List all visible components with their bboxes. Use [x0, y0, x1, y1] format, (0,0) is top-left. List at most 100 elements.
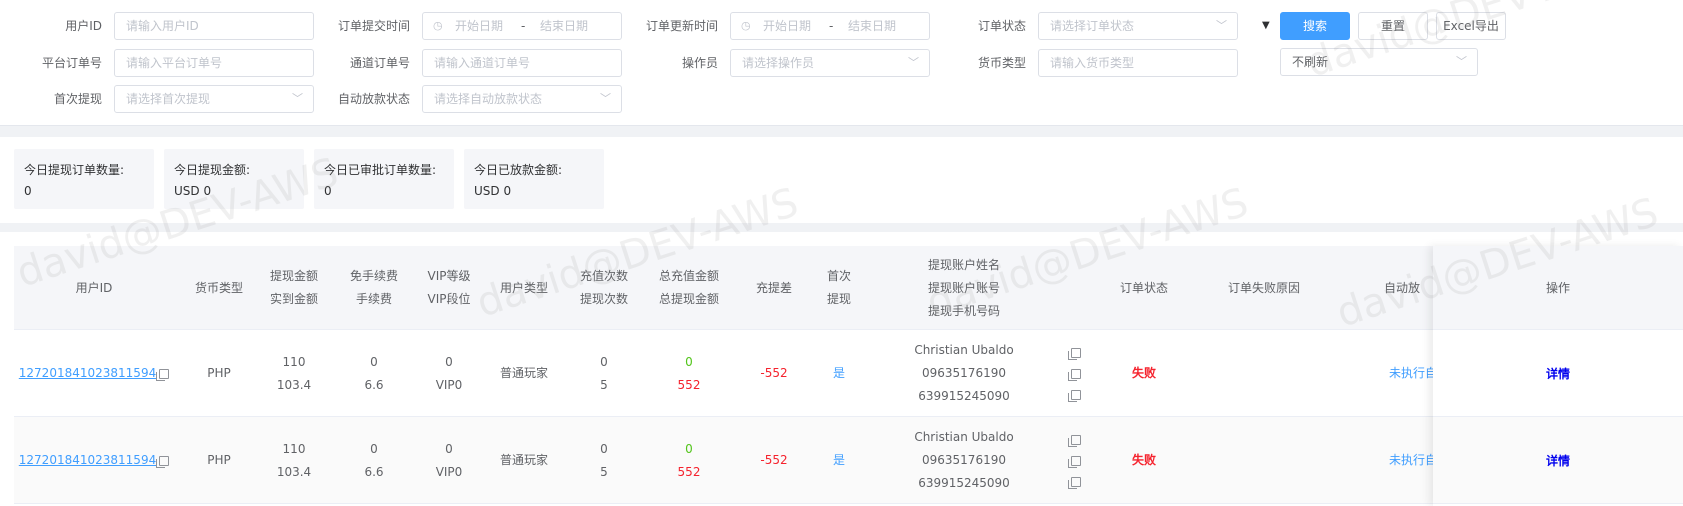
copy-icon[interactable] [1067, 389, 1081, 402]
auto-release-select[interactable]: 请选择自动放款状态 ﹀ [422, 85, 622, 113]
amount-cell: 110 103.4 [276, 441, 312, 479]
diff-cell: -552 [760, 366, 788, 380]
refresh-interval-select[interactable]: 不刷新 ﹀ [1280, 48, 1478, 76]
detail-link[interactable]: 详情 [1546, 452, 1570, 469]
col-counts: 充值次数 提现次数 [579, 269, 628, 306]
currency-cell: PHP [207, 366, 231, 380]
excel-export-button[interactable]: Excel导出 [1436, 12, 1506, 40]
start-date: 开始日期 [455, 19, 504, 33]
operator-placeholder: 请选择操作员 [742, 56, 815, 70]
operator-label: 操作员 [681, 56, 718, 70]
platform-order-label: 平台订单号 [41, 56, 102, 70]
col-fee: 免手续费 手续费 [349, 269, 398, 306]
vip-cell: 0 VIP0 [435, 441, 463, 479]
first-withdraw-label: 首次提现 [53, 92, 102, 106]
col-account: 提现账户姓名 提现账户账号 提现手机号码 [927, 257, 1000, 318]
fail-reason-cell [1209, 417, 1319, 504]
range-separator: - [521, 19, 526, 33]
totals-cell: 0 552 [677, 441, 701, 479]
chevron-down-icon: ﹀ [292, 92, 303, 105]
stat-card: 今日已审批订单数量: 0 [314, 149, 454, 209]
counts-cell: 05 [600, 354, 608, 392]
col-fail-reason: 订单失败原因 [1227, 280, 1300, 295]
col-vip: VIP等级 VIP段位 [427, 269, 471, 306]
fee-cell: 0 6.6 [364, 354, 384, 392]
copy-icon[interactable] [1067, 476, 1081, 489]
currency-cell: PHP [207, 453, 231, 467]
col-amount: 提现金额 实到金额 [269, 269, 318, 306]
channel-order-input[interactable]: 请输入通道订单号 [422, 49, 622, 77]
copy-icon[interactable] [1067, 368, 1081, 381]
user-id-link[interactable]: 127201841023811594 [19, 449, 156, 472]
reset-button[interactable]: 重置 [1358, 12, 1428, 40]
refresh-interval-value: 不刷新 [1292, 55, 1329, 69]
start-date: 开始日期 [763, 19, 812, 33]
amount-cell: 110 103.4 [276, 354, 312, 392]
stat-card: 今日已放款金额: USD 0 [464, 149, 604, 209]
stat-value: 0 [324, 184, 332, 198]
detail-link[interactable]: 详情 [1546, 365, 1570, 382]
col-user-type: 用户类型 [499, 280, 548, 295]
chevron-down-icon: ﹀ [1216, 19, 1227, 32]
stat-label: 今日提现订单数量: [24, 163, 125, 177]
currency-label: 货币类型 [977, 56, 1026, 70]
first-cell: 是 [832, 453, 845, 467]
col-ops: 操作 [1433, 246, 1683, 330]
chevron-down-icon: ﹀ [600, 92, 611, 105]
user-type-cell: 普通玩家 [499, 453, 548, 467]
user-id-label: 用户ID [65, 19, 102, 33]
totals-cell: 0 552 [677, 354, 701, 392]
stat-card: 今日提现金额: USD 0 [164, 149, 304, 209]
fee-cell: 0 6.6 [364, 441, 384, 479]
filter-panel: 用户ID 请输入用户ID 订单提交时间 ◷ 开始日期 - 结束日期 订单更新时间… [0, 0, 1683, 126]
stat-value: USD 0 [474, 184, 512, 198]
auto-release-label: 自动放款状态 [337, 92, 410, 106]
copy-icon[interactable] [1067, 434, 1081, 447]
orders-table: 用户ID 货币类型 提现金额 实到金额 免手续费 手续费 VIP等级 VIP段位 用户… [0, 232, 1683, 506]
first-withdraw-placeholder: 请选择首次提现 [126, 92, 211, 106]
order-status-select[interactable]: 请选择订单状态 ﹀ [1038, 12, 1238, 40]
search-button[interactable]: 搜索 [1280, 12, 1350, 40]
diff-cell: -552 [760, 453, 788, 467]
update-time-range[interactable]: ◷ 开始日期 - 结束日期 [730, 12, 930, 40]
stat-value: 0 [24, 184, 32, 198]
chevron-down-icon: ﹀ [908, 56, 919, 69]
channel-order-label: 通道订单号 [349, 56, 410, 70]
copy-buttons [1064, 417, 1084, 504]
operator-select[interactable]: 请选择操作员 ﹀ [730, 49, 930, 77]
account-cell: Christian Ubaldo 09635176190 639915245090 [914, 430, 1014, 490]
counts-cell: 05 [600, 441, 608, 479]
user-id-cell: 127201841023811594 [14, 330, 174, 417]
first-withdraw-select[interactable]: 请选择首次提现 ﹀ [114, 85, 314, 113]
platform-order-input[interactable]: 请输入平台订单号 [114, 49, 314, 77]
submit-time-range[interactable]: ◷ 开始日期 - 结束日期 [422, 12, 622, 40]
account-cell: Christian Ubaldo 09635176190 639915245090 [914, 343, 1014, 403]
chevron-down-icon: ﹀ [1456, 55, 1467, 68]
copy-icon[interactable] [156, 455, 170, 468]
status-cell: 失败 [1104, 417, 1184, 504]
stat-label: 今日已放款金额: [474, 163, 563, 177]
currency-input[interactable]: 请输入货币类型 [1038, 49, 1238, 77]
caret-down-icon[interactable]: ▼ [1262, 20, 1270, 31]
user-id-input[interactable]: 请输入用户ID [114, 12, 314, 40]
end-date: 结束日期 [848, 19, 897, 33]
copy-icon[interactable] [1067, 347, 1081, 360]
auto-release-placeholder: 请选择自动放款状态 [434, 92, 543, 106]
copy-buttons [1064, 330, 1084, 417]
col-first: 首次 提现 [826, 269, 851, 306]
vip-cell: 0 VIP0 [435, 354, 463, 392]
user-id-link[interactable]: 127201841023811594 [19, 362, 156, 385]
ops-cell: 详情 [1433, 330, 1683, 417]
stat-value: USD 0 [174, 184, 212, 198]
order-status-label: 订单状态 [977, 19, 1026, 33]
status-cell: 失败 [1104, 330, 1184, 417]
col-user-id: 用户ID [75, 280, 113, 295]
clock-icon: ◷ [741, 19, 751, 32]
status-badge: 失败 [1131, 453, 1156, 467]
stats-panel: 今日提现订单数量: 0 今日提现金额: USD 0 今日已审批订单数量: 0 今… [0, 137, 1683, 223]
user-type-cell: 普通玩家 [499, 366, 548, 380]
copy-icon[interactable] [156, 368, 170, 381]
stat-card: 今日提现订单数量: 0 [14, 149, 154, 209]
copy-icon[interactable] [1067, 455, 1081, 468]
submit-time-label: 订单提交时间 [337, 19, 410, 33]
